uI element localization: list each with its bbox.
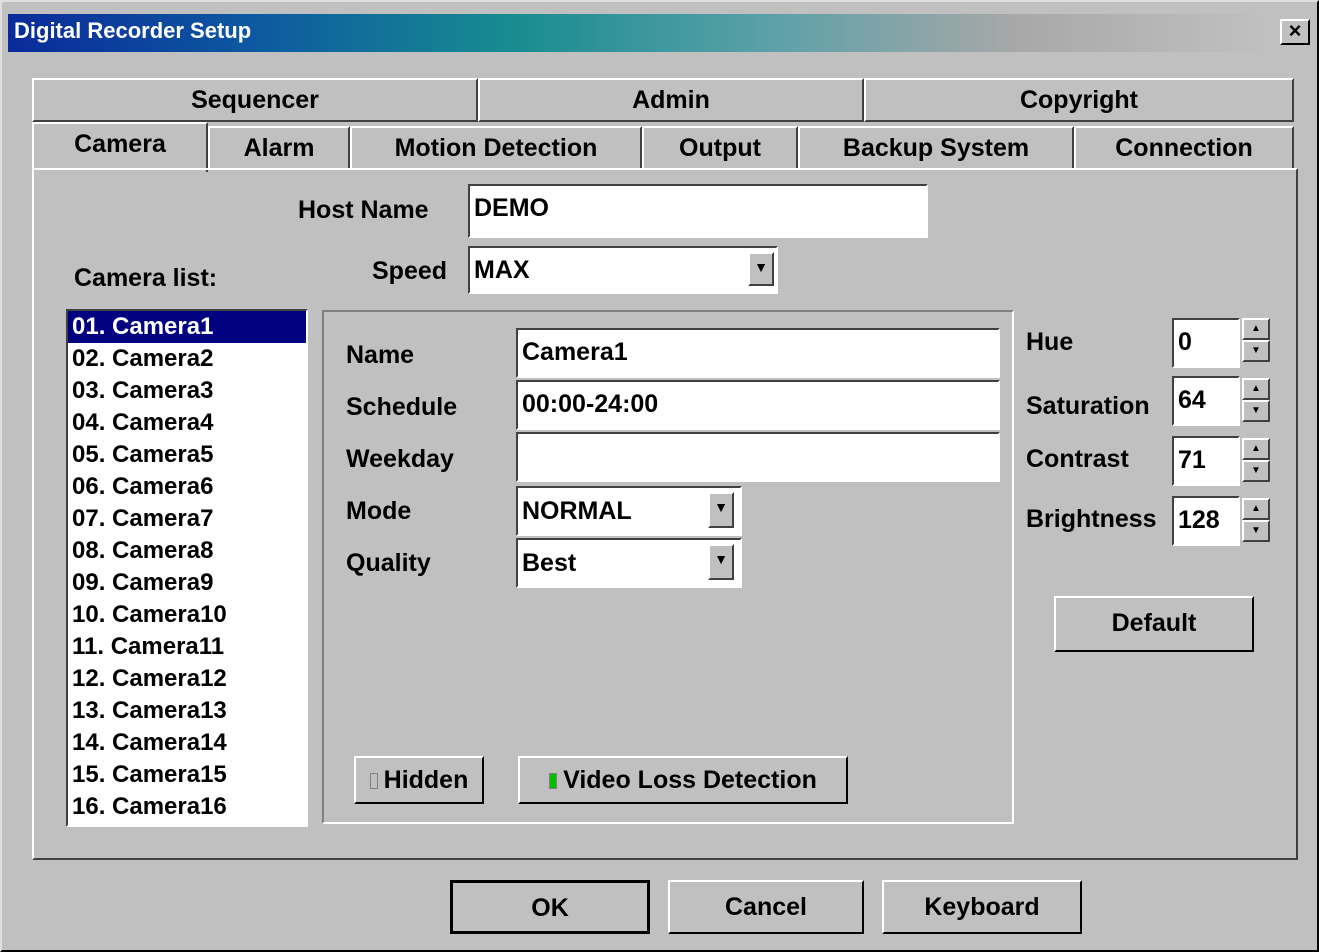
- quality-value: Best: [522, 549, 577, 577]
- weekday-input[interactable]: [516, 432, 1000, 482]
- tab-row-back: Sequencer Admin Copyright: [32, 78, 1298, 122]
- mode-label: Mode: [346, 497, 412, 525]
- contrast-label: Contrast: [1026, 445, 1129, 473]
- tab-backup-system[interactable]: Backup System: [798, 126, 1074, 170]
- mode-value: NORMAL: [522, 497, 632, 525]
- host-name-label: Host Name: [298, 196, 429, 224]
- tab-row-front: Camera Alarm Motion Detection Output Bac…: [32, 122, 1298, 172]
- hue-input[interactable]: 0: [1172, 318, 1240, 368]
- tab-sequencer[interactable]: Sequencer: [32, 78, 478, 122]
- speed-dropdown-button[interactable]: ▼: [748, 252, 774, 286]
- weekday-label: Weekday: [346, 445, 454, 473]
- arrow-up-icon[interactable]: ▲: [1242, 498, 1270, 520]
- host-name-input[interactable]: DEMO: [468, 184, 928, 238]
- hue-spinner[interactable]: ▲ ▼: [1242, 318, 1270, 362]
- arrow-up-icon[interactable]: ▲: [1242, 438, 1270, 460]
- arrow-down-icon[interactable]: ▼: [1242, 400, 1270, 422]
- hue-label: Hue: [1026, 328, 1074, 356]
- schedule-label: Schedule: [346, 393, 458, 421]
- video-loss-detection-toggle-button[interactable]: Video Loss Detection: [518, 756, 848, 804]
- brightness-spinner[interactable]: ▲ ▼: [1242, 498, 1270, 542]
- speed-value: MAX: [474, 256, 530, 284]
- camera-list-item[interactable]: 08. Camera8: [68, 535, 306, 567]
- camera-list-item[interactable]: 16. Camera16: [68, 791, 306, 823]
- video-loss-led-icon: [549, 773, 558, 790]
- arrow-down-icon[interactable]: ▼: [1242, 340, 1270, 362]
- speed-label: Speed: [372, 257, 448, 285]
- dialog-window: Digital Recorder Setup × Sequencer Admin…: [0, 0, 1319, 952]
- brightness-input[interactable]: 128: [1172, 496, 1240, 546]
- camera-list-label: Camera list:: [74, 264, 218, 292]
- camera-list-item[interactable]: 15. Camera15: [68, 759, 306, 791]
- chevron-down-icon: ▼: [754, 259, 768, 275]
- window-title: Digital Recorder Setup: [14, 18, 252, 43]
- arrow-down-icon[interactable]: ▼: [1242, 460, 1270, 482]
- saturation-label: Saturation: [1026, 392, 1150, 420]
- saturation-input[interactable]: 64: [1172, 376, 1240, 426]
- speed-select[interactable]: MAX: [468, 246, 778, 294]
- arrow-up-icon[interactable]: ▲: [1242, 318, 1270, 340]
- tab-camera[interactable]: Camera: [32, 122, 208, 172]
- camera-list[interactable]: 01. Camera1 02. Camera2 03. Camera3 04. Cam…: [66, 309, 308, 827]
- contrast-spinner[interactable]: ▲ ▼: [1242, 438, 1270, 482]
- camera-list-item[interactable]: 10. Camera10: [68, 599, 306, 631]
- hidden-led-icon: [369, 773, 378, 790]
- camera-name-input[interactable]: Camera1: [516, 328, 1000, 378]
- camera-list-item[interactable]: 06. Camera6: [68, 471, 306, 503]
- camera-list-item[interactable]: 07. Camera7: [68, 503, 306, 535]
- camera-list-item[interactable]: 03. Camera3: [68, 375, 306, 407]
- tab-copyright[interactable]: Copyright: [864, 78, 1294, 122]
- name-label: Name: [346, 341, 415, 369]
- tab-motion-detection[interactable]: Motion Detection: [350, 126, 642, 170]
- cancel-button[interactable]: Cancel: [668, 880, 864, 934]
- camera-list-item[interactable]: 11. Camera11: [68, 631, 306, 663]
- hidden-toggle-button[interactable]: Hidden: [354, 756, 484, 804]
- tab-alarm[interactable]: Alarm: [208, 126, 350, 170]
- tab-connection[interactable]: Connection: [1074, 126, 1294, 170]
- title-bar[interactable]: Digital Recorder Setup: [8, 14, 1268, 52]
- camera-list-item[interactable]: 01. Camera1: [68, 311, 306, 343]
- ok-button[interactable]: OK: [450, 880, 650, 934]
- mode-dropdown-button[interactable]: ▼: [708, 492, 734, 528]
- camera-list-item[interactable]: 14. Camera14: [68, 727, 306, 759]
- quality-dropdown-button[interactable]: ▼: [708, 544, 734, 580]
- default-button[interactable]: Default: [1054, 596, 1254, 652]
- camera-list-item[interactable]: 05. Camera5: [68, 439, 306, 471]
- camera-list-item[interactable]: 02. Camera2: [68, 343, 306, 375]
- saturation-spinner[interactable]: ▲ ▼: [1242, 378, 1270, 422]
- keyboard-button[interactable]: Keyboard: [882, 880, 1082, 934]
- camera-list-item[interactable]: 12. Camera12: [68, 663, 306, 695]
- arrow-up-icon[interactable]: ▲: [1242, 378, 1270, 400]
- brightness-label: Brightness: [1026, 505, 1157, 533]
- chevron-down-icon: ▼: [714, 551, 728, 567]
- tab-admin[interactable]: Admin: [478, 78, 864, 122]
- camera-list-item[interactable]: 04. Camera4: [68, 407, 306, 439]
- arrow-down-icon[interactable]: ▼: [1242, 520, 1270, 542]
- schedule-input[interactable]: 00:00-24:00: [516, 380, 1000, 430]
- close-icon: ×: [1288, 18, 1302, 43]
- camera-list-item[interactable]: 13. Camera13: [68, 695, 306, 727]
- quality-label: Quality: [346, 549, 431, 577]
- tab-output[interactable]: Output: [642, 126, 798, 170]
- close-button[interactable]: ×: [1280, 19, 1310, 45]
- chevron-down-icon: ▼: [714, 499, 728, 515]
- contrast-input[interactable]: 71: [1172, 436, 1240, 486]
- camera-list-item[interactable]: 09. Camera9: [68, 567, 306, 599]
